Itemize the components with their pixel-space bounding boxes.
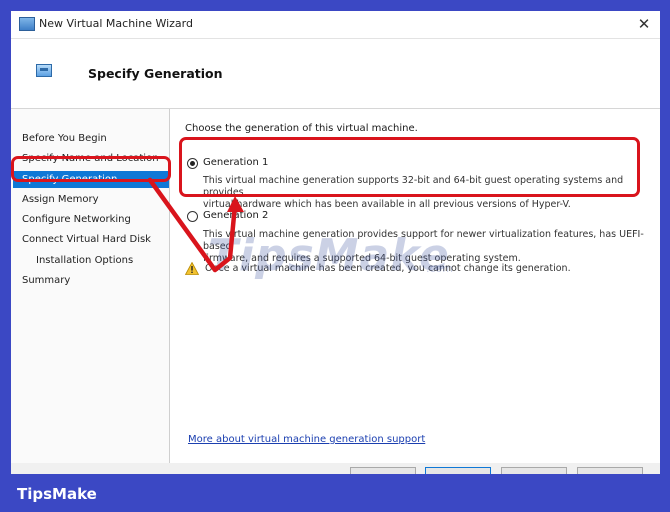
brand-logo-text: TipsMake <box>17 485 97 503</box>
annotation-arrow <box>147 177 244 273</box>
